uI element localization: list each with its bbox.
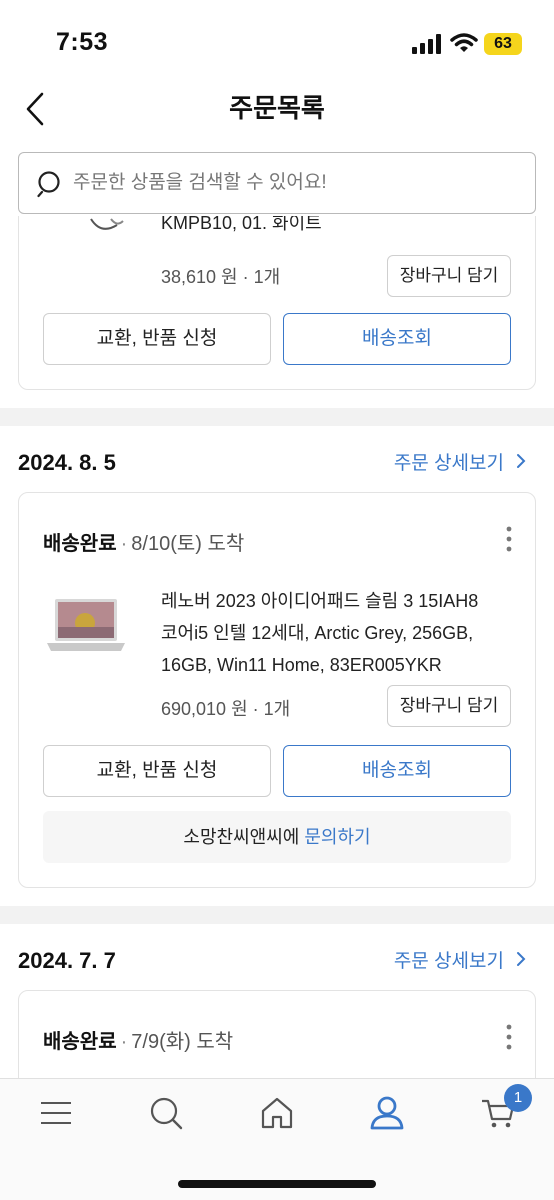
exchange-return-button[interactable]: 교환, 반품 신청 (43, 313, 271, 365)
order-section: KMPB10, 01. 화이트 38,610 원 · 1개 장바구니 담기 교환… (0, 216, 554, 408)
order-detail-link[interactable]: 주문 상세보기 (394, 448, 526, 475)
order-price: 690,010 원 · 1개 (161, 699, 291, 719)
product-name[interactable]: KMPB10, 01. 화이트 (161, 216, 322, 239)
home-icon[interactable] (259, 1095, 295, 1131)
order-card: KMPB10, 01. 화이트 38,610 원 · 1개 장바구니 담기 교환… (18, 216, 536, 390)
order-detail-link[interactable]: 주문 상세보기 (394, 946, 526, 973)
cart-count-badge: 1 (504, 1084, 532, 1112)
order-card: 배송완료 · 7/9(화) 도착 (18, 990, 536, 1078)
search-icon[interactable] (148, 1095, 184, 1131)
order-section: 2024. 7. 7 주문 상세보기 배송완료 · 7/9(화) 도착 (0, 924, 554, 1078)
order-price: 38,610 원 · 1개 (161, 267, 281, 287)
order-detail-label: 주문 상세보기 (393, 951, 504, 972)
order-section: 2024. 8. 5 주문 상세보기 배송완료 · 8/10(토) 도착 레노버 2… (0, 426, 554, 906)
product-thumbnail (90, 218, 124, 230)
home-indicator (178, 1180, 376, 1188)
order-date: 2024. 8. 5 (18, 450, 116, 475)
delivery-status: 배송완료 · 7/9(화) 도착 (43, 1031, 234, 1053)
chevron-right-icon (516, 453, 526, 475)
product-name-line: 16GB, Win11 Home, 83ER005YKR (161, 655, 442, 675)
more-options-icon[interactable] (497, 1023, 521, 1051)
track-delivery-button[interactable]: 배송조회 (283, 313, 511, 365)
product-name-line: 레노버 2023 아이디어패드 슬림 3 15IAH8 (161, 591, 479, 611)
order-detail-label: 주문 상세보기 (393, 453, 504, 474)
order-card: 배송완료 · 8/10(토) 도착 레노버 2023 아이디어패드 슬림 3 15I… (18, 492, 536, 888)
search-box[interactable] (18, 152, 536, 214)
search-icon (37, 171, 60, 198)
seller-inquiry: 소망찬씨앤씨에 문의하기 (43, 811, 511, 863)
seller-name: 소망찬씨앤씨에 (183, 827, 300, 847)
product-name[interactable]: 레노버 2023 아이디어패드 슬림 3 15IAH8 코어i5 인텔 12세대… (161, 585, 478, 681)
chevron-right-icon (516, 951, 526, 973)
order-date: 2024. 7. 7 (18, 948, 116, 973)
add-to-cart-button[interactable]: 장바구니 담기 (387, 255, 511, 297)
nav-header: 주문목록 (0, 80, 554, 140)
add-to-cart-button[interactable]: 장바구니 담기 (387, 685, 511, 727)
delivery-status: 배송완료 · 8/10(토) 도착 (43, 533, 245, 555)
status-time: 7:53 (56, 28, 109, 56)
product-name-line: 코어i5 인텔 12세대, Arctic Grey, 256GB, (161, 623, 474, 643)
user-icon[interactable] (369, 1095, 405, 1131)
laptop-thumbnail[interactable] (45, 595, 127, 665)
menu-icon[interactable] (38, 1095, 74, 1131)
page-title: 주문목록 (229, 93, 325, 123)
exchange-return-button[interactable]: 교환, 반품 신청 (43, 745, 271, 797)
battery-indicator: 63 (484, 33, 522, 55)
cellular-signal-icon (412, 34, 441, 54)
wifi-icon (450, 33, 478, 52)
inquiry-link[interactable]: 문의하기 (304, 827, 370, 847)
status-bar: 7:53 63 (0, 0, 554, 80)
more-options-icon[interactable] (497, 525, 521, 553)
track-delivery-button[interactable]: 배송조회 (283, 745, 511, 797)
order-list[interactable]: KMPB10, 01. 화이트 38,610 원 · 1개 장바구니 담기 교환… (0, 216, 554, 1078)
search-input[interactable] (73, 163, 513, 203)
